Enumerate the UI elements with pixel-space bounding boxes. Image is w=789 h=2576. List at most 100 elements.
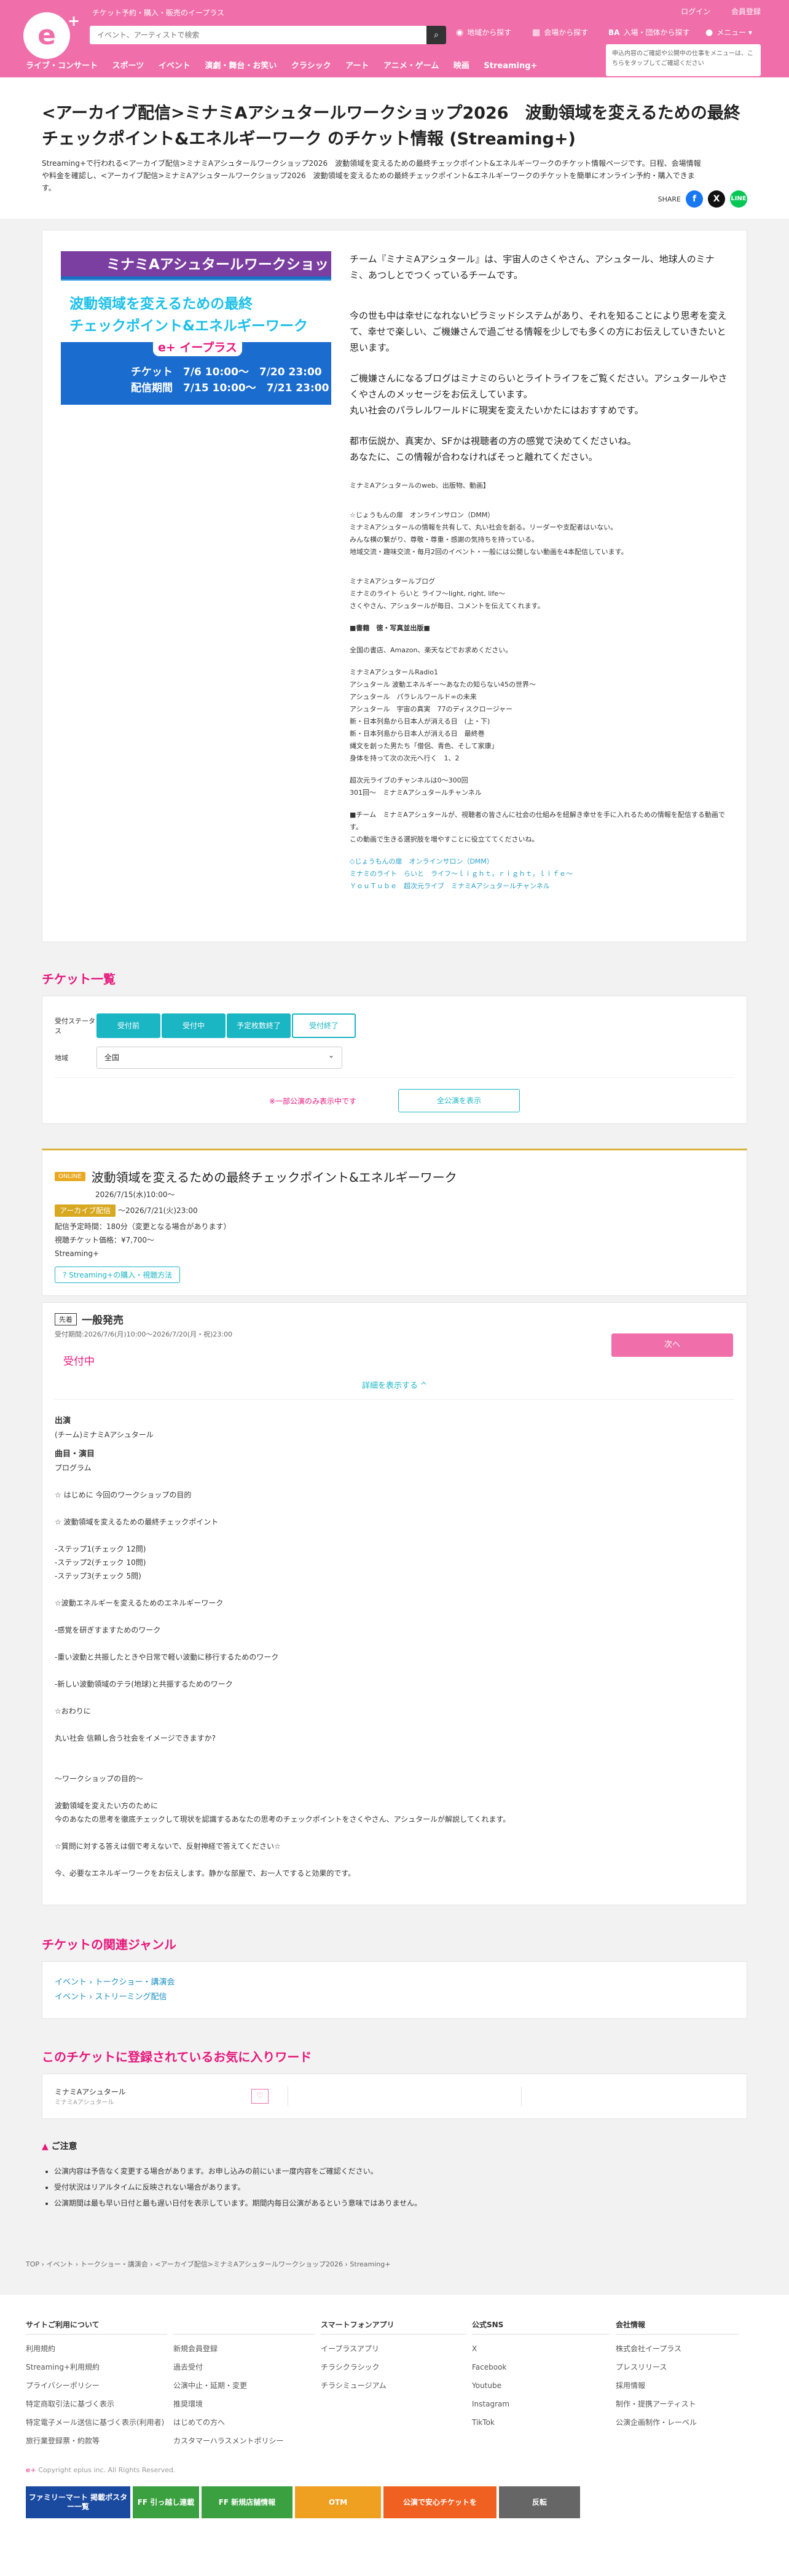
footer-banner[interactable]: ファミリーマート 掲載ポスター一覧 (26, 2486, 130, 2518)
footer-banner[interactable]: OTM (295, 2486, 381, 2518)
footer-banner[interactable]: 反転 (499, 2486, 580, 2518)
caution-item: 公演期間は最も早い日付と最も遅い日付を表示しています。期間内毎日公演があるという… (54, 2195, 747, 2211)
header-notice[interactable]: 申込内容のご確認や公開中の仕事をメニューは、こちらをタップしてご確認ください (606, 44, 761, 76)
genre-event[interactable]: イベント (159, 61, 190, 71)
footer-link[interactable]: プライバシーポリシー (26, 2376, 167, 2395)
footer-link[interactable]: 過去受付 (173, 2358, 315, 2376)
breadcrumb[interactable]: TOP › イベント › トークショー・講演会 › <アーカイブ配信>ミナミAア… (0, 2211, 789, 2269)
footer-link[interactable]: 制作・提携アーティスト (616, 2395, 739, 2413)
footer-link[interactable]: 株式会社イープラス (616, 2340, 739, 2358)
banner-logo: e+ イープラス (153, 337, 242, 356)
footer-column: 新規会員登録 過去受付 公演中止・延期・変更 推奨環境 はじめての方へ カスタマーハラスメ… (173, 2317, 315, 2450)
search-icon[interactable]: ⌕ (426, 26, 446, 44)
footer-link[interactable]: 利用規約 (26, 2340, 167, 2358)
footer-link[interactable]: TikTok (472, 2413, 610, 2432)
genre-art[interactable]: アート (345, 61, 369, 71)
footer-link[interactable]: チラシクラシック (321, 2358, 466, 2376)
genre-link[interactable]: トークショー・講演会 (95, 1978, 175, 1987)
footer-banner[interactable]: FF 引っ越し連載 (133, 2486, 199, 2518)
caution-title: ご注意 (51, 2142, 77, 2152)
footer-link[interactable]: 新規会員登録 (173, 2340, 315, 2358)
building-icon: ▦ (532, 28, 541, 37)
footer-link[interactable]: イープラスアプリ (321, 2340, 466, 2358)
footer-columns: サイトご利用について 利用規約 Streaming+利用規約 プライバシーポリシー 特定… (26, 2317, 763, 2450)
footer-link[interactable]: はじめての方へ (173, 2413, 315, 2432)
caution-item: 公演内容は予告なく変更する場合があります。お申し込みの前にいま一度内容をご確認く… (54, 2163, 747, 2179)
footer-column-heading: スマートフォンアプリ (321, 2317, 466, 2335)
banner-mid2: チェックポイント&エネルギーワーク (69, 318, 308, 334)
footer-link[interactable]: カスタマーハラスメントポリシー (173, 2432, 315, 2450)
search-input[interactable] (90, 26, 422, 44)
footer-link[interactable]: 推奨環境 (173, 2395, 315, 2413)
genre-link[interactable]: ストリーミング配信 (95, 1992, 167, 2002)
nav-menu[interactable]: ● メニュー ▾ (705, 27, 752, 37)
link-blog[interactable]: ミナミのライト らいと ライフ〜ｌｉｇｈｔ，ｒｉｇｈｔ，ｌｉｆｅ〜 (350, 868, 728, 880)
chip-open[interactable]: 受付中 (162, 1013, 226, 1038)
genre-classic[interactable]: クラシック (291, 61, 331, 71)
footer-link[interactable]: 旅行業登録票・約款等 (26, 2432, 167, 2450)
link-salon[interactable]: ◇じょうもんの扉 オンラインサロン（DMM） (350, 856, 728, 868)
heart-icon[interactable]: ♡ (251, 2089, 269, 2104)
footer-column: サイトご利用について 利用規約 Streaming+利用規約 プライバシーポリシー 特定… (26, 2317, 167, 2450)
page-title: <アーカイブ配信>ミナミAアシュタールワークショップ2026 波動領域を変えるた… (42, 104, 740, 149)
login-link[interactable]: ログイン (681, 7, 710, 16)
archive-end: 〜2026/7/21(火)23:00 (118, 1206, 198, 1215)
footer-banners: ファミリーマート 掲載ポスター一覧 FF 引っ越し連載 FF 新規店舗情報 OTM 公演… (26, 2486, 763, 2518)
footer-column-heading (173, 2317, 315, 2335)
genre-link[interactable]: イベント (55, 1978, 87, 1987)
how-to-button[interactable]: ? Streaming+の購入・視聴方法 (55, 1267, 181, 1283)
nav-venue[interactable]: ▦ 会場から探す (532, 27, 588, 37)
footer-link[interactable]: 特定商取引法に基づく表示 (26, 2395, 167, 2413)
cast-value: (チーム)ミナミAアシュタール (55, 1430, 154, 1439)
genre-live[interactable]: ライブ・コンサート (26, 61, 98, 71)
footer-link[interactable]: Youtube (472, 2376, 610, 2395)
chip-closed[interactable]: 受付終了 (292, 1013, 356, 1038)
genre-anime[interactable]: アニメ・ゲーム (383, 61, 439, 71)
footer-link[interactable]: Instagram (472, 2395, 610, 2413)
nav-ba[interactable]: BA 入場・団体から探す (608, 27, 689, 37)
footer-banner[interactable]: 公演で安心チケットを (383, 2486, 497, 2518)
footer-link[interactable]: 公演企画制作・レーベル (616, 2413, 739, 2432)
x-icon[interactable]: X (708, 190, 725, 208)
event-description: ミナミAアシュタールワークショップ 波動領域を変えるための最終チェックポイント&… (42, 230, 747, 942)
genre-streaming[interactable]: Streaming+ (484, 61, 537, 71)
genre-link[interactable]: イベント (55, 1992, 87, 2002)
favorite-item[interactable]: ミナミAアシュタール ミナミAアシュタール ♡ (55, 2086, 288, 2106)
footer-link[interactable]: 採用情報 (616, 2376, 739, 2395)
line-icon[interactable]: LINE (730, 190, 747, 208)
footer-link[interactable]: Streaming+利用規約 (26, 2358, 167, 2376)
meta-platform: Streaming+ (55, 1249, 100, 1258)
search-bar: ⌕ (90, 26, 446, 44)
next-button[interactable]: 次へ (611, 1333, 733, 1357)
online-badge: ONLINE (55, 1172, 85, 1181)
genre-stage[interactable]: 演劇・舞台・お笑い (205, 61, 277, 71)
caution-heading: ▲ ご注意 (42, 2140, 747, 2152)
footer-column-heading: サイトご利用について (26, 2317, 167, 2335)
footer-link[interactable]: 公演中止・延期・変更 (173, 2376, 315, 2395)
genre-sports[interactable]: スポーツ (112, 61, 144, 71)
desc-s6: ミナミAアシュタールRadio1 アシュタール 波動エネルギー〜あなたの知らない… (350, 668, 536, 762)
site-footer: サイトご利用について 利用規約 Streaming+利用規約 プライバシーポリシー 特定… (0, 2295, 789, 2576)
chip-soldout[interactable]: 予定枚数終了 (227, 1013, 291, 1038)
chip-before[interactable]: 受付前 (96, 1013, 160, 1038)
footer-link[interactable]: 特定電子メール送信に基づく表示(利用者) (26, 2413, 167, 2432)
link-youtube[interactable]: ＹｏｕＴｕｂｅ 超次元ライブ ミナミAアシュタールチャンネル (350, 880, 728, 892)
footer-link[interactable]: X (472, 2340, 610, 2358)
show-details-toggle[interactable]: 詳細を表示する ^ (55, 1379, 734, 1400)
footer-banner[interactable]: FF 新規店舗情報 (202, 2486, 292, 2518)
eplus-logo[interactable]: e + (18, 7, 82, 65)
desc-s3: ミナミAアシュタールブログ ミナミのライト らいと ライフ〜light, rig… (350, 577, 544, 610)
region-select[interactable]: 全国 (96, 1045, 342, 1069)
footer-link[interactable]: Facebook (472, 2358, 610, 2376)
footer-link[interactable]: チラシミュージアム (321, 2376, 466, 2395)
sale-card: 先着 一般発売 受付期間:2026/7/6(月)10:00〜2026/7/20(… (42, 1302, 747, 1905)
footer-link[interactable]: プレスリリース (616, 2358, 739, 2376)
nav-region-label: 地域から探す (467, 28, 512, 37)
banner-mid1: 波動領域を変えるための最終 (69, 296, 253, 312)
show-all-button[interactable]: 全公演を表示 (398, 1089, 520, 1112)
genre-movie[interactable]: 映画 (453, 61, 469, 71)
nav-region[interactable]: ◉ 地域から探す (456, 27, 511, 37)
register-link[interactable]: 会員登録 (731, 7, 761, 16)
performance-meta: 配信予定時間：180分（変更となる場合があります） 視聴チケット価格：¥7,70… (55, 1220, 734, 1260)
facebook-icon[interactable]: f (686, 190, 703, 208)
